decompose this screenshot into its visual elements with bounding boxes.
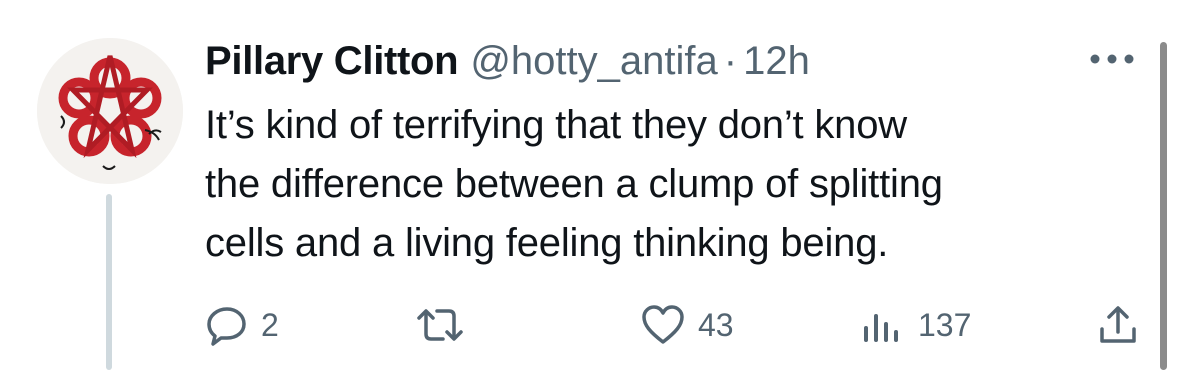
scrollbar[interactable] (1160, 42, 1167, 370)
user-handle[interactable]: @hotty_antifa (470, 39, 717, 84)
more-horizontal-icon (1090, 54, 1134, 64)
separator-dot: · (723, 38, 738, 83)
reply-icon (207, 307, 246, 346)
views-count: 137 (918, 306, 972, 343)
reply-count: 2 (261, 306, 279, 343)
views-icon (864, 314, 898, 342)
avatar-pentagram-image (37, 38, 183, 184)
retweet-icon (417, 309, 463, 341)
share-button[interactable] (1096, 300, 1140, 350)
retweet-button[interactable] (415, 300, 477, 350)
heart-icon (642, 305, 684, 344)
views-button[interactable]: 137 (860, 300, 971, 350)
display-name[interactable]: Pillary Clitton (205, 39, 459, 84)
reply-button[interactable]: 2 (205, 300, 279, 350)
avatar[interactable] (37, 38, 183, 184)
like-count: 43 (698, 306, 734, 343)
timestamp[interactable]: 12h (743, 39, 810, 84)
like-button[interactable]: 43 (640, 300, 734, 350)
more-button[interactable] (1082, 44, 1142, 74)
thread-line (106, 194, 112, 370)
tweet-header: Pillary Clitton @hotty_antifa · 12h (205, 36, 810, 86)
tweet-text: It’s kind of terrifying that they don’t … (205, 103, 943, 265)
share-icon (1100, 306, 1136, 343)
